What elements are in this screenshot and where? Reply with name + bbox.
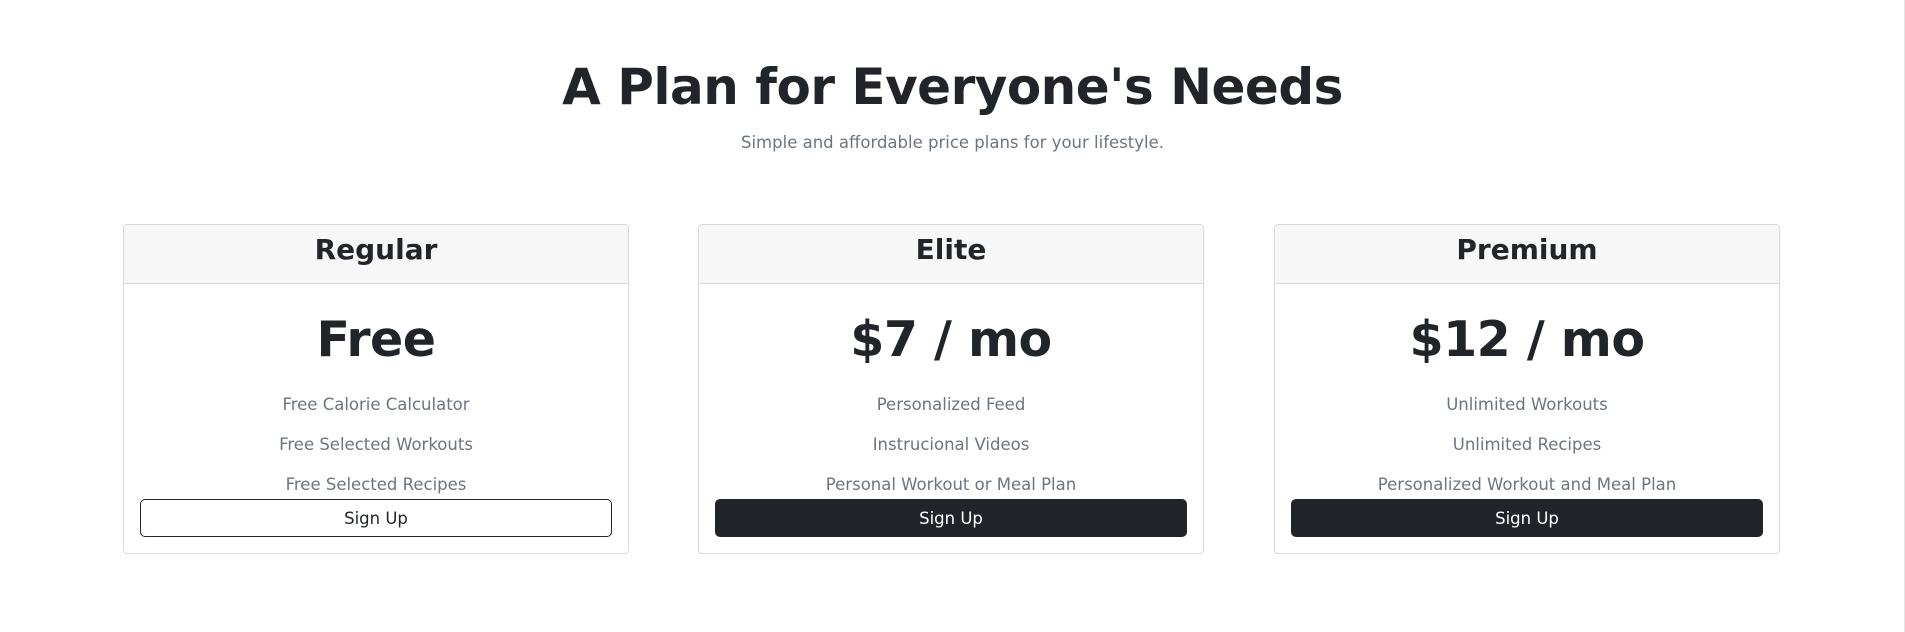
plan-feature: Instrucional Videos: [872, 435, 1030, 454]
plan-features: Unlimited Workouts Unlimited Recipes Per…: [1275, 385, 1779, 505]
plan-price: Free: [316, 311, 436, 368]
sign-up-button-premium[interactable]: Sign Up: [1291, 499, 1763, 537]
plan-feature: Free Selected Workouts: [279, 435, 473, 454]
plan-card-elite: Elite $7 / mo Personalized Feed Instruci…: [698, 224, 1204, 554]
sign-up-button-elite[interactable]: Sign Up: [715, 499, 1187, 537]
plan-name: Premium: [1275, 225, 1779, 284]
plan-name: Regular: [124, 225, 628, 284]
plan-price: $12 / mo: [1409, 311, 1645, 368]
plan-feature: Free Calorie Calculator: [282, 395, 470, 414]
sign-up-button-regular[interactable]: Sign Up: [140, 499, 612, 537]
plan-card-premium: Premium $12 / mo Unlimited Workouts Unli…: [1274, 224, 1780, 554]
plan-feature: Unlimited Workouts: [1446, 395, 1608, 414]
pricing-cards: Regular Free Free Calorie Calculator Fre…: [123, 224, 1780, 556]
plan-feature: Personalized Feed: [876, 395, 1026, 414]
plan-card-regular: Regular Free Free Calorie Calculator Fre…: [123, 224, 629, 554]
plan-name: Elite: [699, 225, 1203, 284]
plan-features: Free Calorie Calculator Free Selected Wo…: [124, 385, 628, 505]
plan-price: $7 / mo: [850, 311, 1052, 368]
pricing-section: A Plan for Everyone's Needs Simple and a…: [0, 0, 1905, 632]
pricing-subtitle: Simple and affordable price plans for yo…: [741, 133, 1164, 152]
pricing-title: A Plan for Everyone's Needs: [562, 58, 1343, 116]
plan-features: Personalized Feed Instrucional Videos Pe…: [699, 385, 1203, 505]
plan-feature: Unlimited Recipes: [1452, 435, 1602, 454]
